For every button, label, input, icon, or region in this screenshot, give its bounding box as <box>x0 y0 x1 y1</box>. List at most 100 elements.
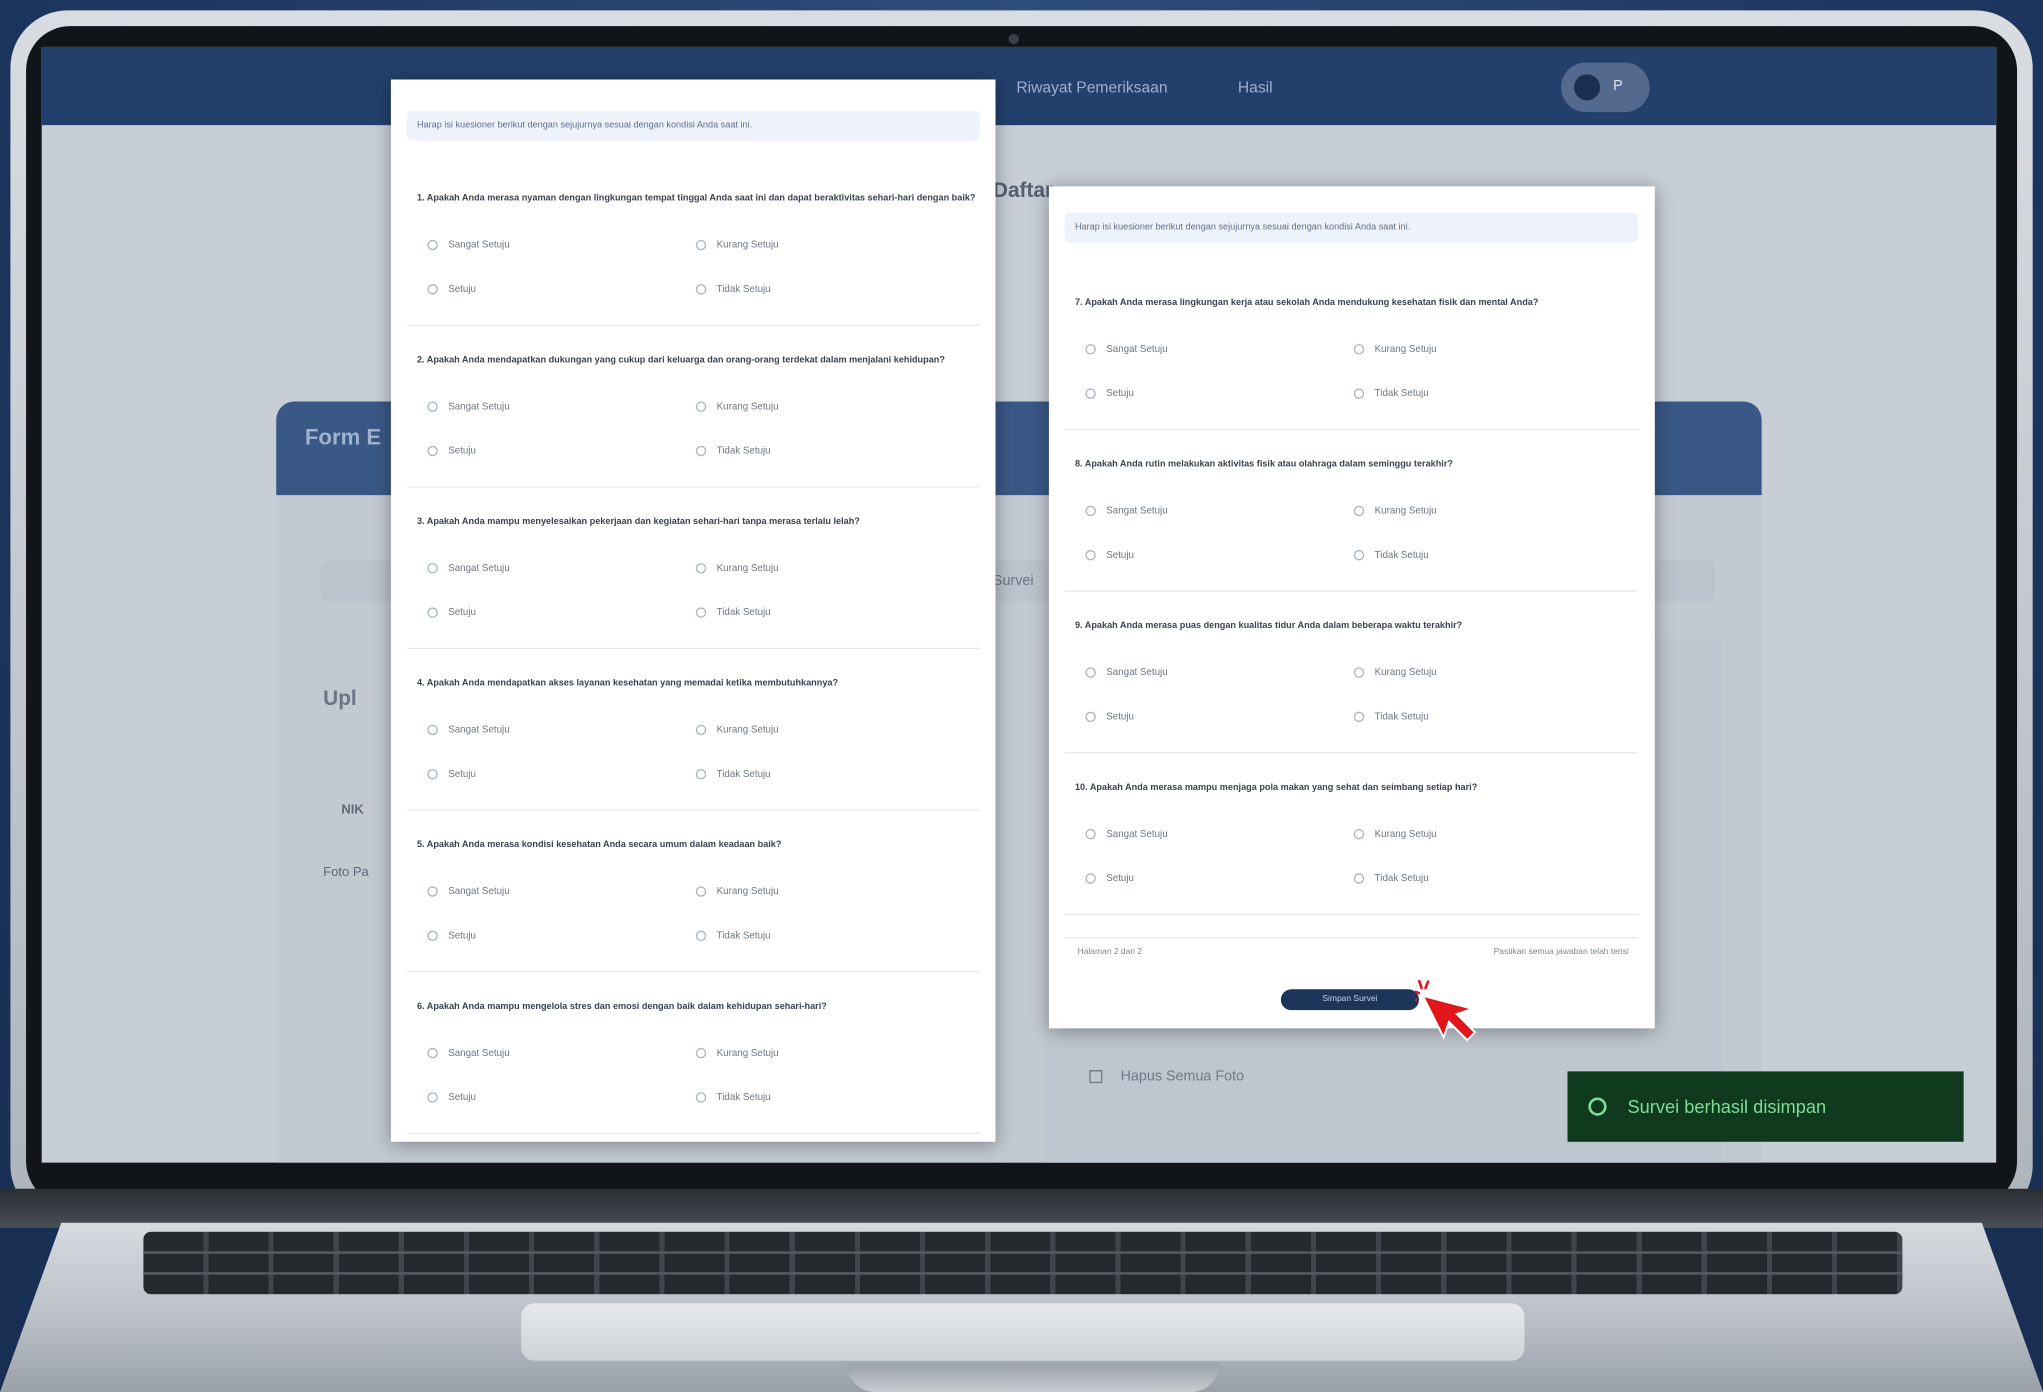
page-title: Daftar <box>992 179 1054 203</box>
option-label: Setuju <box>1106 548 1134 561</box>
answer-option[interactable]: Setuju <box>427 283 476 295</box>
completion-hint: Pastikan semua jawaban telah terisi <box>1493 947 1629 957</box>
answer-option[interactable]: Sangat Setuju <box>427 1047 510 1058</box>
laptop-notch <box>846 1363 1220 1392</box>
survey-question: 5. Apakah Anda merasa kondisi kesehatan … <box>416 838 977 941</box>
radio-icon <box>695 885 707 897</box>
answer-option[interactable]: Sangat Setuju <box>1085 828 1168 839</box>
radio-icon <box>427 606 438 618</box>
answer-option[interactable]: Tidak Setuju <box>695 444 771 456</box>
option-label: Tidak Setuju <box>716 1090 771 1103</box>
radio-icon <box>695 562 707 573</box>
radio-icon <box>427 562 438 573</box>
answer-option[interactable]: Kurang Setuju <box>1353 827 1437 840</box>
clear-photos-button[interactable]: Hapus Semua Foto <box>1089 1069 1244 1084</box>
question-text: 2. Apakah Anda mendapatkan dukungan yang… <box>416 355 945 365</box>
answer-option[interactable]: Tidak Setuju <box>1353 710 1429 722</box>
option-label: Setuju <box>448 929 476 942</box>
laptop-hinge <box>0 1188 2043 1228</box>
option-label: Setuju <box>448 282 476 295</box>
nav-link-riwayat[interactable]: Riwayat Pemeriksaan <box>1016 78 1167 96</box>
answer-option[interactable]: Kurang Setuju <box>695 239 779 250</box>
answer-option[interactable]: Setuju <box>1085 387 1134 399</box>
keyboard-row <box>143 1272 1903 1275</box>
tab-survei[interactable]: Survei <box>993 573 1034 589</box>
answer-option[interactable]: Setuju <box>427 606 476 618</box>
user-menu-button[interactable]: P <box>1560 62 1650 113</box>
answer-option[interactable]: Sangat Setuju <box>1085 666 1168 678</box>
answer-option[interactable]: Kurang Setuju <box>1353 504 1437 517</box>
answer-option[interactable]: Kurang Setuju <box>695 885 779 897</box>
answer-option[interactable]: Sangat Setuju <box>1085 343 1168 355</box>
option-label: Setuju <box>1106 710 1134 723</box>
trackpad <box>521 1303 1525 1361</box>
answer-option[interactable]: Setuju <box>1085 548 1134 561</box>
radio-icon <box>427 885 438 897</box>
answer-option[interactable]: Tidak Setuju <box>695 929 771 941</box>
answer-option[interactable]: Sangat Setuju <box>427 723 510 736</box>
radio-icon <box>1353 828 1365 839</box>
answer-option[interactable]: Tidak Setuju <box>1353 387 1429 399</box>
user-initial: P <box>1613 78 1623 94</box>
answer-option[interactable]: Sangat Setuju <box>427 561 510 574</box>
answer-option[interactable]: Kurang Setuju <box>695 723 779 735</box>
option-label: Tidak Setuju <box>716 767 771 780</box>
answer-option[interactable]: Kurang Setuju <box>695 400 779 412</box>
check-circle-icon <box>1588 1097 1607 1116</box>
option-label: Sangat Setuju <box>448 723 510 736</box>
save-survey-button[interactable]: Simpan Survei <box>1280 989 1419 1011</box>
form-title: Form E <box>304 424 382 450</box>
answer-option[interactable]: Tidak Setuju <box>695 1090 771 1103</box>
radio-icon <box>695 445 707 456</box>
question-text: 8. Apakah Anda rutin melakukan aktivitas… <box>1074 460 1453 470</box>
answer-option[interactable]: Kurang Setuju <box>1353 666 1437 678</box>
laptop-screen: Riwayat Pemeriksaan Hasil P Daftar Form … <box>41 46 1997 1163</box>
survey-question: 6. Apakah Anda mampu mengelola stres dan… <box>417 1000 977 1102</box>
option-label: Kurang Setuju <box>1374 666 1437 678</box>
option-label: Kurang Setuju <box>716 885 779 897</box>
option-label: Setuju <box>448 444 476 457</box>
answer-option[interactable]: Setuju <box>427 1091 476 1103</box>
option-label: Setuju <box>1106 387 1134 399</box>
radio-icon <box>1353 872 1365 884</box>
answer-option[interactable]: Sangat Setuju <box>427 239 510 250</box>
answer-option[interactable]: Tidak Setuju <box>1353 549 1429 560</box>
answer-option[interactable]: Tidak Setuju <box>695 283 771 295</box>
question-text: 3. Apakah Anda mampu menyelesaikan peker… <box>416 517 860 527</box>
answer-option[interactable]: Sangat Setuju <box>427 400 510 412</box>
upload-section-title: Upl <box>323 688 357 711</box>
survey-question: 4. Apakah Anda mendapatkan akses layanan… <box>417 676 977 779</box>
option-label: Sangat Setuju <box>1106 666 1168 678</box>
option-label: Kurang Setuju <box>1374 504 1437 517</box>
option-label: Setuju <box>1106 871 1134 884</box>
radio-icon <box>695 929 707 941</box>
question-text: 9. Apakah Anda merasa puas dengan kualit… <box>1074 621 1463 631</box>
radio-icon <box>695 606 707 618</box>
answer-option[interactable]: Setuju <box>1085 872 1134 884</box>
answer-option[interactable]: Tidak Setuju <box>695 606 771 618</box>
survey-question: 7. Apakah Anda merasa lingkungan kerja a… <box>1075 296 1635 398</box>
answer-option[interactable]: Setuju <box>427 444 476 456</box>
answer-option[interactable]: Tidak Setuju <box>695 767 771 780</box>
divider <box>406 647 980 650</box>
answer-option[interactable]: Setuju <box>1085 710 1134 722</box>
option-label: Kurang Setuju <box>716 400 779 412</box>
option-label: Kurang Setuju <box>1374 827 1437 840</box>
answer-option[interactable]: Kurang Setuju <box>695 1047 779 1058</box>
radio-icon <box>1085 387 1096 399</box>
answer-option[interactable]: Tidak Setuju <box>1353 872 1429 884</box>
answer-option[interactable]: Sangat Setuju <box>1085 504 1168 516</box>
divider <box>1064 913 1638 915</box>
option-label: Sangat Setuju <box>448 400 510 412</box>
nav-link-hasil[interactable]: Hasil <box>1238 78 1273 96</box>
divider <box>1064 937 1638 939</box>
divider <box>406 324 980 326</box>
answer-option[interactable]: Setuju <box>427 929 476 941</box>
avatar <box>1574 74 1601 101</box>
answer-option[interactable]: Kurang Setuju <box>695 562 779 573</box>
answer-option[interactable]: Kurang Setuju <box>1353 343 1437 355</box>
question-text: 5. Apakah Anda merasa kondisi kesehatan … <box>416 840 782 850</box>
option-label: Sangat Setuju <box>448 561 510 574</box>
answer-option[interactable]: Sangat Setuju <box>427 885 510 897</box>
answer-option[interactable]: Setuju <box>427 768 476 779</box>
